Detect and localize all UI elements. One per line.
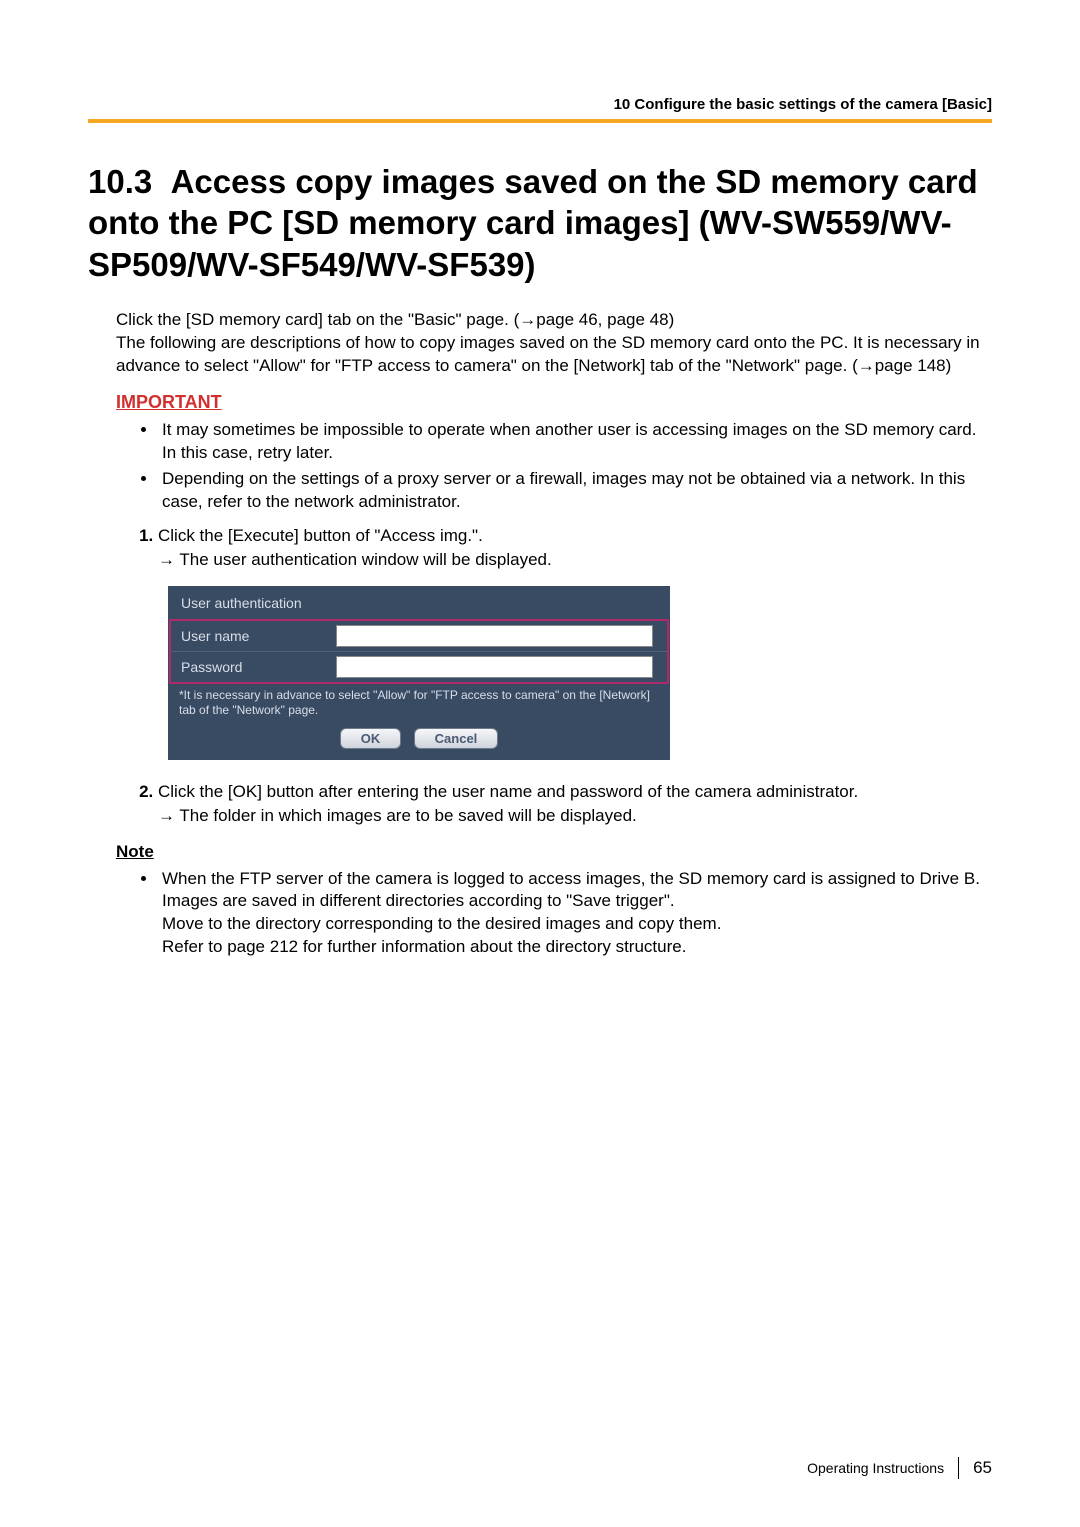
auth-form: User name Password <box>169 619 669 684</box>
footer-divider <box>958 1457 959 1479</box>
auth-note-text: *It is necessary in advance to select "A… <box>169 684 669 722</box>
section-number: 10.3 <box>88 163 152 200</box>
footer-doc-title: Operating Instructions <box>807 1460 944 1476</box>
header-rule <box>88 119 992 123</box>
username-input[interactable] <box>336 625 653 647</box>
password-input-wrap <box>336 652 667 682</box>
step-2-text: Click the [OK] button after entering the… <box>158 782 858 801</box>
intro-line-1: Click the [SD memory card] tab on the "B… <box>116 309 992 332</box>
cancel-button[interactable]: Cancel <box>414 728 499 749</box>
password-input[interactable] <box>336 656 653 678</box>
note-item: When the FTP server of the camera is log… <box>158 868 992 960</box>
password-label: Password <box>171 652 336 682</box>
auth-row-password: Password <box>171 652 667 682</box>
auth-buttons: OK Cancel <box>169 722 669 759</box>
auth-row-username: User name <box>171 621 667 652</box>
section-heading: 10.3 Access copy images saved on the SD … <box>88 161 992 285</box>
important-item: It may sometimes be impossible to operat… <box>158 419 992 465</box>
note-list: When the FTP server of the camera is log… <box>158 868 992 960</box>
important-list: It may sometimes be impossible to operat… <box>158 419 992 515</box>
note-label: Note <box>116 842 992 862</box>
important-item: Depending on the settings of a proxy ser… <box>158 468 992 514</box>
intro-paragraph: Click the [SD memory card] tab on the "B… <box>116 309 992 378</box>
step-1-result: → The user authentication window will be… <box>158 548 992 572</box>
footer-page-number: 65 <box>973 1458 992 1478</box>
step-2-result: → The folder in which images are to be s… <box>158 804 992 828</box>
user-auth-panel: User authentication User name Password *… <box>168 586 670 760</box>
auth-panel-title: User authentication <box>169 587 669 619</box>
step-2: Click the [OK] button after entering the… <box>158 780 992 828</box>
page-footer: Operating Instructions 65 <box>807 1457 992 1479</box>
intro-line-2: The following are descriptions of how to… <box>116 332 992 378</box>
page-header-breadcrumb: 10 Configure the basic settings of the c… <box>88 96 992 113</box>
username-input-wrap <box>336 621 667 651</box>
step-1: Click the [Execute] button of "Access im… <box>158 524 992 572</box>
step-1-text: Click the [Execute] button of "Access im… <box>158 526 483 545</box>
important-label: IMPORTANT <box>116 392 992 413</box>
steps-list-continued: Click the [OK] button after entering the… <box>132 780 992 828</box>
ok-button[interactable]: OK <box>340 728 402 749</box>
username-label: User name <box>171 621 336 651</box>
steps-list: Click the [Execute] button of "Access im… <box>132 524 992 572</box>
document-page: 10 Configure the basic settings of the c… <box>0 0 1080 1527</box>
section-title-text: Access copy images saved on the SD memor… <box>88 163 978 283</box>
